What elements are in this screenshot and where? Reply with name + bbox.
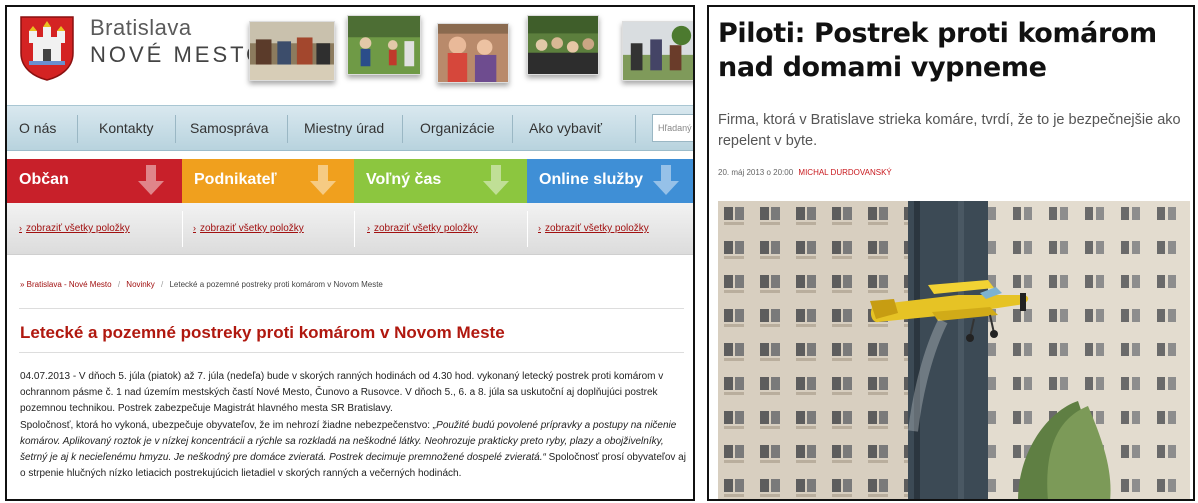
breadcrumb-separator: / (117, 280, 121, 289)
header-photo-crowd (527, 15, 599, 75)
arrow-down-icon (138, 165, 164, 195)
site-header: Bratislava NOVÉ MESTO (7, 7, 693, 99)
coat-of-arms-icon (20, 16, 74, 81)
chevron-right-icon: › (538, 223, 541, 233)
show-all-online-sluzby-link[interactable]: › zobraziť všetky položky (538, 223, 649, 234)
show-all-podnikatel-link[interactable]: › zobraziť všetky položky (193, 223, 304, 234)
municipality-name[interactable]: Bratislava NOVÉ MESTO (90, 15, 266, 68)
header-photo-park (347, 15, 421, 75)
article-headline: Piloti: Postrek proti komárom nad domami… (718, 18, 1157, 83)
chevron-right-icon: › (367, 223, 370, 233)
nav-item-miestny-urad[interactable]: Miestny úrad (304, 120, 384, 136)
article-text: Spoločnosť, ktorá ho vykoná, ubezpečuje … (20, 419, 433, 431)
town-name-line2: NOVÉ MESTO (90, 42, 267, 67)
article-body: 04.07.2013 - V dňoch 5. júla (piatok) až… (20, 369, 688, 482)
show-all-obcan-link[interactable]: › zobraziť všetky položky (19, 223, 130, 234)
sublink-label: zobraziť všetky položky (200, 223, 304, 234)
nav-item-o-nas[interactable]: O nás (19, 120, 56, 136)
category-subrow: › zobraziť všetky položky › zobraziť všetk… (7, 203, 693, 255)
search-input[interactable]: Hľadaný (652, 114, 693, 142)
nav-divider (635, 115, 636, 143)
nav-item-samosprava[interactable]: Samospráva (190, 120, 269, 136)
subrow-divider (182, 211, 183, 247)
municipal-website-panel: Bratislava NOVÉ MESTO O nás Kontakty Sam… (5, 5, 695, 501)
category-podnikatel[interactable]: Podnikateľ (182, 159, 354, 203)
town-name-line1: Bratislava (90, 15, 192, 40)
nav-divider (175, 115, 176, 143)
header-photo-outdoor-event (622, 21, 693, 81)
nav-divider (287, 115, 288, 143)
category-online-sluzby[interactable]: Online služby (527, 159, 693, 203)
top-navigation: O nás Kontakty Samospráva Miestny úrad O… (7, 105, 693, 151)
category-label: Podnikateľ (194, 171, 277, 188)
author-link[interactable]: MICHAL DURDOVANSKÝ (798, 168, 891, 177)
nav-divider (402, 115, 403, 143)
nav-item-organizacie[interactable]: Organizácie (420, 120, 495, 136)
arrow-down-icon (483, 165, 509, 195)
divider (19, 308, 684, 309)
sublink-label: zobraziť všetky položky (374, 223, 478, 234)
article-photo-crop-duster-plane (718, 201, 1190, 499)
article-perex: Firma, ktorá v Bratislave strieka komáre… (718, 112, 1181, 149)
category-label: Občan (19, 171, 69, 188)
nav-item-kontakty[interactable]: Kontakty (99, 120, 153, 136)
breadcrumb: » Bratislava - Nové Mesto / Novinky / Le… (20, 280, 383, 289)
header-photo-strip (249, 13, 693, 85)
subrow-divider (527, 211, 528, 247)
news-article-panel: Piloti: Postrek proti komárom nad domami… (707, 5, 1195, 501)
category-label: Voľný čas (366, 171, 442, 188)
article-title: Letecké a pozemné postreky proti komárom… (20, 323, 505, 342)
article-meta: 20. máj 2013 o 20:00 MICHAL DURDOVANSKÝ (718, 168, 892, 177)
chevron-right-icon: › (193, 223, 196, 233)
nav-divider (77, 115, 78, 143)
publish-date: 20. máj 2013 o 20:00 (718, 168, 794, 177)
category-obcan[interactable]: Občan (7, 159, 182, 203)
breadcrumb-news-link[interactable]: Novinky (126, 280, 154, 289)
breadcrumb-home-link[interactable]: » Bratislava - Nové Mesto (20, 280, 112, 289)
article-paragraph: Spoločnosť, ktorá ho vykoná, ubezpečuje … (20, 418, 688, 483)
category-label: Online služby (539, 171, 644, 188)
sublink-label: zobraziť všetky položky (26, 223, 130, 234)
header-photo-street-market (249, 21, 335, 81)
nav-item-ako-vybavit[interactable]: Ako vybaviť (529, 120, 602, 136)
breadcrumb-current: Letecké a pozemné postreky proti komárom… (169, 280, 383, 289)
sublink-label: zobraziť všetky položky (545, 223, 649, 234)
category-volny-cas[interactable]: Voľný čas (354, 159, 527, 203)
arrow-down-icon (653, 165, 679, 195)
article-paragraph: 04.07.2013 - V dňoch 5. júla (piatok) až… (20, 371, 664, 415)
arrow-down-icon (310, 165, 336, 195)
divider (19, 352, 684, 353)
header-photo-family (437, 23, 509, 83)
category-bar: Občan Podnikateľ Voľný čas Online služby (7, 159, 693, 203)
nav-divider (512, 115, 513, 143)
chevron-right-icon: › (19, 223, 22, 233)
subrow-divider (354, 211, 355, 247)
breadcrumb-separator: / (160, 280, 164, 289)
show-all-volny-cas-link[interactable]: › zobraziť všetky položky (367, 223, 478, 234)
